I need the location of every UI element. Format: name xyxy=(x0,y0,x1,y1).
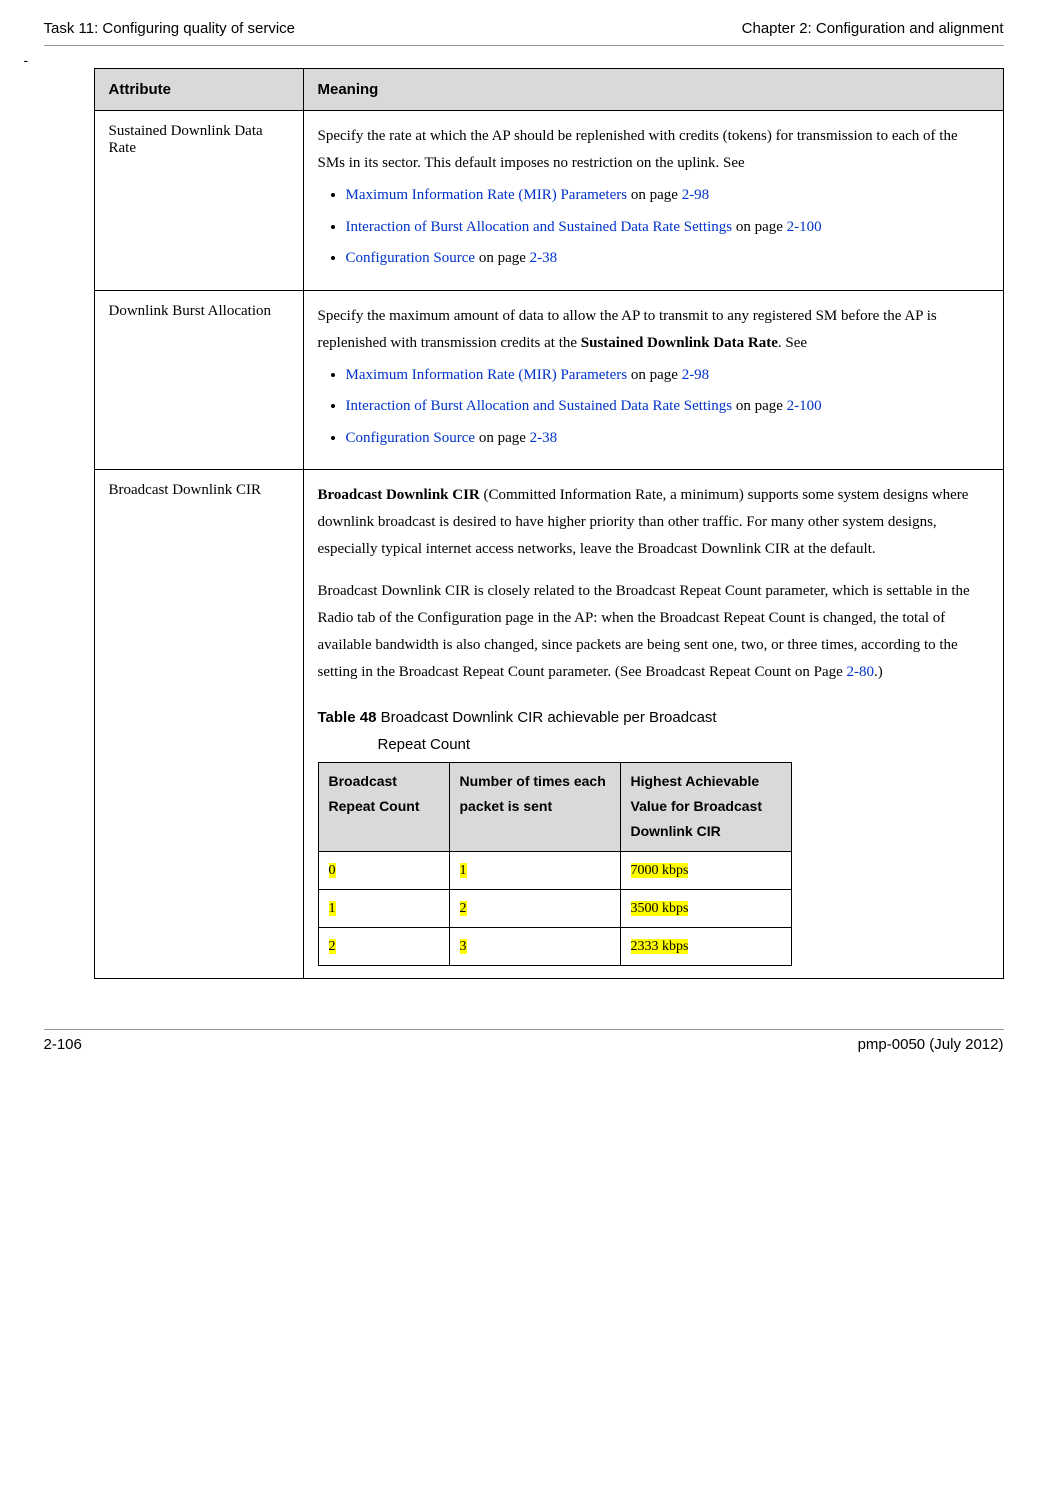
hl-value: 2 xyxy=(460,901,467,916)
suffix: on page xyxy=(627,187,682,203)
attribute-table: Attribute Meaning Sustained Downlink Dat… xyxy=(94,68,1004,979)
dash: - xyxy=(24,52,1004,68)
inner-row: 2 3 2333 kbps xyxy=(318,927,791,965)
suffix: on page xyxy=(732,219,787,235)
doc-id: pmp-0050 (July 2012) xyxy=(858,1036,1004,1053)
inner-col3: Highest Achievable Value for Broadcast D… xyxy=(620,763,791,852)
page-ref[interactable]: 2-38 xyxy=(530,250,558,266)
link-burst[interactable]: Interaction of Burst Allocation and Sust… xyxy=(346,398,733,414)
meaning-cell: Broadcast Downlink CIR (Committed Inform… xyxy=(303,470,1003,979)
inner-caption: Table 48 Broadcast Downlink CIR achievab… xyxy=(318,704,989,758)
para1-bold: Broadcast Downlink CIR xyxy=(318,487,480,503)
col-attribute: Attribute xyxy=(94,69,303,111)
header-rule xyxy=(44,45,1004,46)
page-ref[interactable]: 2-100 xyxy=(787,219,822,235)
page-ref[interactable]: 2-100 xyxy=(787,398,822,414)
caption-text2: Repeat Count xyxy=(318,731,989,758)
inner-col2: Number of times each packet is sent xyxy=(449,763,620,852)
link-burst[interactable]: Interaction of Burst Allocation and Sust… xyxy=(346,219,733,235)
link-mir[interactable]: Maximum Information Rate (MIR) Parameter… xyxy=(346,367,628,383)
col-meaning: Meaning xyxy=(303,69,1003,111)
meaning-cell: Specify the maximum amount of data to al… xyxy=(303,290,1003,470)
attr-cell: Broadcast Downlink CIR xyxy=(94,470,303,979)
link-config[interactable]: Configuration Source xyxy=(346,250,476,266)
hl-value: 0 xyxy=(329,863,336,878)
hl-value: 7000 kbps xyxy=(631,863,689,878)
cell: 3 xyxy=(449,927,620,965)
header-right: Chapter 2: Configuration and alignment xyxy=(742,20,1004,37)
attr-cell: Downlink Burst Allocation xyxy=(94,290,303,470)
para2: Broadcast Downlink CIR is closely relate… xyxy=(318,578,989,686)
inner-row: 1 2 3500 kbps xyxy=(318,889,791,927)
link-list: Maximum Information Rate (MIR) Parameter… xyxy=(318,183,989,272)
cell: 2 xyxy=(449,889,620,927)
page-header: Task 11: Configuring quality of service … xyxy=(44,20,1004,45)
hl-value: 3500 kbps xyxy=(631,901,689,916)
hl-value: 1 xyxy=(460,863,467,878)
hl-value: 2333 kbps xyxy=(631,939,689,954)
cell: 2333 kbps xyxy=(620,927,791,965)
page-ref[interactable]: 2-98 xyxy=(682,187,710,203)
para2-post: .) xyxy=(874,664,883,680)
list-item: Interaction of Burst Allocation and Sust… xyxy=(346,215,989,241)
suffix: on page xyxy=(475,430,530,446)
hl-value: 1 xyxy=(329,901,336,916)
cell: 0 xyxy=(318,851,449,889)
page-number: 2-106 xyxy=(44,1036,82,1053)
caption-text: Broadcast Downlink CIR achievable per Br… xyxy=(376,709,716,726)
inner-row: 0 1 7000 kbps xyxy=(318,851,791,889)
table-row: Sustained Downlink Data Rate Specify the… xyxy=(94,111,1003,291)
attr-cell: Sustained Downlink Data Rate xyxy=(94,111,303,291)
cell: 2 xyxy=(318,927,449,965)
page-ref[interactable]: 2-80 xyxy=(847,664,875,680)
suffix: on page xyxy=(732,398,787,414)
cell: 1 xyxy=(449,851,620,889)
page-ref[interactable]: 2-98 xyxy=(682,367,710,383)
header-left: Task 11: Configuring quality of service xyxy=(44,20,296,37)
list-item: Interaction of Burst Allocation and Sust… xyxy=(346,394,989,420)
table-row: Broadcast Downlink CIR Broadcast Downlin… xyxy=(94,470,1003,979)
intro-text: Specify the rate at which the AP should … xyxy=(318,128,958,171)
hl-value: 2 xyxy=(329,939,336,954)
table-number: Table 48 xyxy=(318,709,377,726)
inner-table: Broadcast Repeat Count Number of times e… xyxy=(318,762,792,966)
inner-col1: Broadcast Repeat Count xyxy=(318,763,449,852)
list-item: Configuration Source on page 2-38 xyxy=(346,426,989,452)
para1: Broadcast Downlink CIR (Committed Inform… xyxy=(318,482,989,563)
cell: 7000 kbps xyxy=(620,851,791,889)
page-ref[interactable]: 2-38 xyxy=(530,430,558,446)
page-footer: 2-106 pmp-0050 (July 2012) xyxy=(44,1029,1004,1053)
intro-bold: Sustained Downlink Data Rate xyxy=(581,335,778,351)
suffix: on page xyxy=(627,367,682,383)
cell: 3500 kbps xyxy=(620,889,791,927)
list-item: Maximum Information Rate (MIR) Parameter… xyxy=(346,363,989,389)
intro-post: . See xyxy=(778,335,807,351)
link-config[interactable]: Configuration Source xyxy=(346,430,476,446)
cell: 1 xyxy=(318,889,449,927)
meaning-cell: Specify the rate at which the AP should … xyxy=(303,111,1003,291)
link-mir[interactable]: Maximum Information Rate (MIR) Parameter… xyxy=(346,187,628,203)
hl-value: 3 xyxy=(460,939,467,954)
list-item: Configuration Source on page 2-38 xyxy=(346,246,989,272)
suffix: on page xyxy=(475,250,530,266)
table-row: Downlink Burst Allocation Specify the ma… xyxy=(94,290,1003,470)
list-item: Maximum Information Rate (MIR) Parameter… xyxy=(346,183,989,209)
link-list: Maximum Information Rate (MIR) Parameter… xyxy=(318,363,989,452)
